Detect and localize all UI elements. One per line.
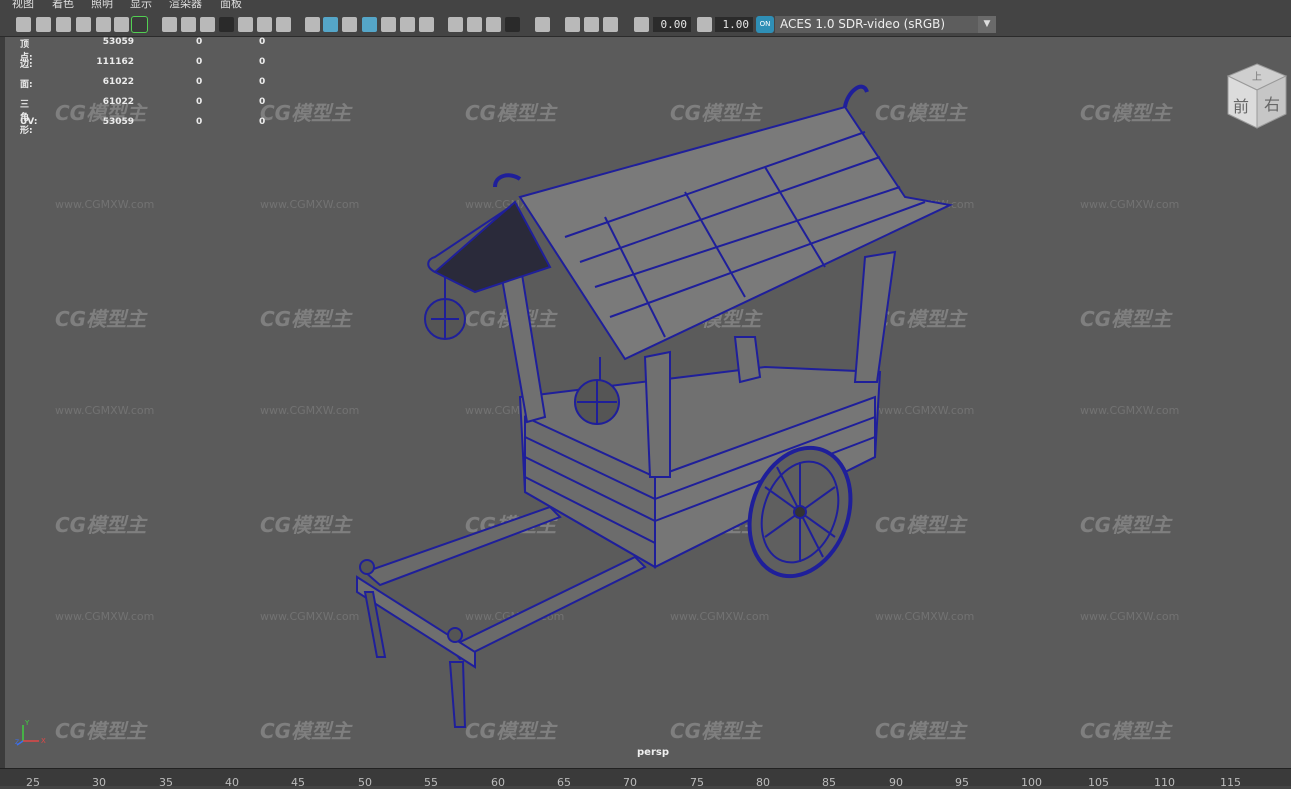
safe-title-icon[interactable]	[276, 17, 291, 32]
axis-z-label: Z	[15, 739, 19, 746]
panel-toolbar: 0.00 1.00 ON ACES 1.0 SDR-video (sRGB) ▼	[0, 12, 1291, 37]
ruler-tick-label: 35	[159, 776, 173, 789]
bookmark-icon[interactable]	[56, 17, 71, 32]
isolate-icon[interactable]	[535, 17, 550, 32]
menu-show[interactable]: 显示	[130, 0, 152, 9]
colorspace-toggle-button[interactable]: ON	[756, 16, 774, 33]
camera-attributes-icon[interactable]	[36, 17, 51, 32]
ruler-tick-label: 50	[358, 776, 372, 789]
grease-pencil-icon[interactable]	[131, 16, 148, 33]
ruler-tick-label: 75	[690, 776, 704, 789]
motion-blur-icon[interactable]	[467, 17, 482, 32]
film-gate-icon[interactable]	[181, 17, 196, 32]
grid-icon[interactable]	[162, 17, 177, 32]
colorspace-select[interactable]: ACES 1.0 SDR-video (sRGB) ▼	[775, 16, 996, 33]
xray-components-icon[interactable]	[603, 17, 618, 32]
ruler-tick-label: 110	[1154, 776, 1175, 789]
wireframe-icon[interactable]	[305, 17, 320, 32]
ruler-tick-label: 105	[1088, 776, 1109, 789]
lights-icon[interactable]	[400, 17, 415, 32]
menu-bar: 视图 着色 照明 显示 渲染器 面板	[0, 0, 1291, 12]
ruler-tick-label: 100	[1021, 776, 1042, 789]
axis-x-label: X	[41, 737, 46, 745]
wireframe-on-shaded-icon[interactable]	[362, 17, 377, 32]
ruler-tick-label: 25	[26, 776, 40, 789]
chevron-down-icon[interactable]: ▼	[978, 16, 996, 33]
ruler-tick-label: 85	[822, 776, 836, 789]
shadows-icon[interactable]	[419, 17, 434, 32]
ruler-tick-label: 55	[424, 776, 438, 789]
xray-icon[interactable]	[565, 17, 580, 32]
safe-action-icon[interactable]	[257, 17, 272, 32]
ruler-tick-label: 65	[557, 776, 571, 789]
gamma-icon[interactable]	[697, 17, 712, 32]
menu-view[interactable]: 视图	[12, 0, 34, 9]
two-d-pan-icon[interactable]	[96, 17, 111, 32]
persp-viewport[interactable]: CG模型主 CG模型主 CG模型主 CG模型主 CG模型主 CG模型主 CG模型…	[5, 37, 1291, 768]
axis-y-label: Y	[24, 719, 30, 727]
depth-of-field-icon[interactable]	[505, 17, 520, 32]
ruler-tick-label: 40	[225, 776, 239, 789]
ruler-tick-label: 60	[491, 776, 505, 789]
ruler-tick-label: 45	[291, 776, 305, 789]
viewcube-front-label: 前	[1233, 97, 1249, 116]
image-plane-icon[interactable]	[76, 17, 91, 32]
ruler-tick-label: 80	[756, 776, 770, 789]
ruler-tick-label: 115	[1220, 776, 1241, 789]
xray-joints-icon[interactable]	[584, 17, 599, 32]
smooth-shade-icon[interactable]	[323, 17, 338, 32]
ruler-tick-label: 70	[623, 776, 637, 789]
resolution-gate-icon[interactable]	[200, 17, 215, 32]
gamma-field[interactable]: 1.00	[715, 17, 753, 32]
ruler-tick-label: 95	[955, 776, 969, 789]
default-material-icon[interactable]	[342, 17, 357, 32]
ruler-tick-label: 30	[92, 776, 106, 789]
viewcube-top-label: 上	[1252, 71, 1262, 83]
textured-icon[interactable]	[381, 17, 396, 32]
ruler-tick-label: 90	[889, 776, 903, 789]
gate-mask-icon[interactable]	[219, 17, 234, 32]
time-slider-ruler[interactable]: 25 30 35 40 45 50 55 60 65 70 75 80 85 9…	[0, 768, 1291, 789]
camera-icon[interactable]	[16, 17, 31, 32]
menu-lighting[interactable]: 照明	[91, 0, 113, 9]
axis-gizmo: Y X Z	[15, 717, 49, 751]
anti-alias-icon[interactable]	[486, 17, 501, 32]
menu-panels[interactable]: 面板	[220, 0, 242, 9]
exposure-field[interactable]: 0.00	[653, 17, 691, 32]
colorspace-label: ACES 1.0 SDR-video (sRGB)	[780, 17, 946, 31]
exposure-icon[interactable]	[634, 17, 649, 32]
viewcube-right-label: 右	[1264, 95, 1280, 114]
viewcube[interactable]: 上 前 右	[1224, 62, 1290, 136]
menu-renderer[interactable]: 渲染器	[169, 0, 202, 9]
camera-name-label: persp	[637, 747, 669, 758]
screen-space-ao-icon[interactable]	[448, 17, 463, 32]
field-chart-icon[interactable]	[238, 17, 253, 32]
cart-wireframe-model[interactable]	[5, 37, 1291, 768]
menu-shading[interactable]: 着色	[52, 0, 74, 9]
pan-zoom-icon[interactable]	[114, 17, 129, 32]
